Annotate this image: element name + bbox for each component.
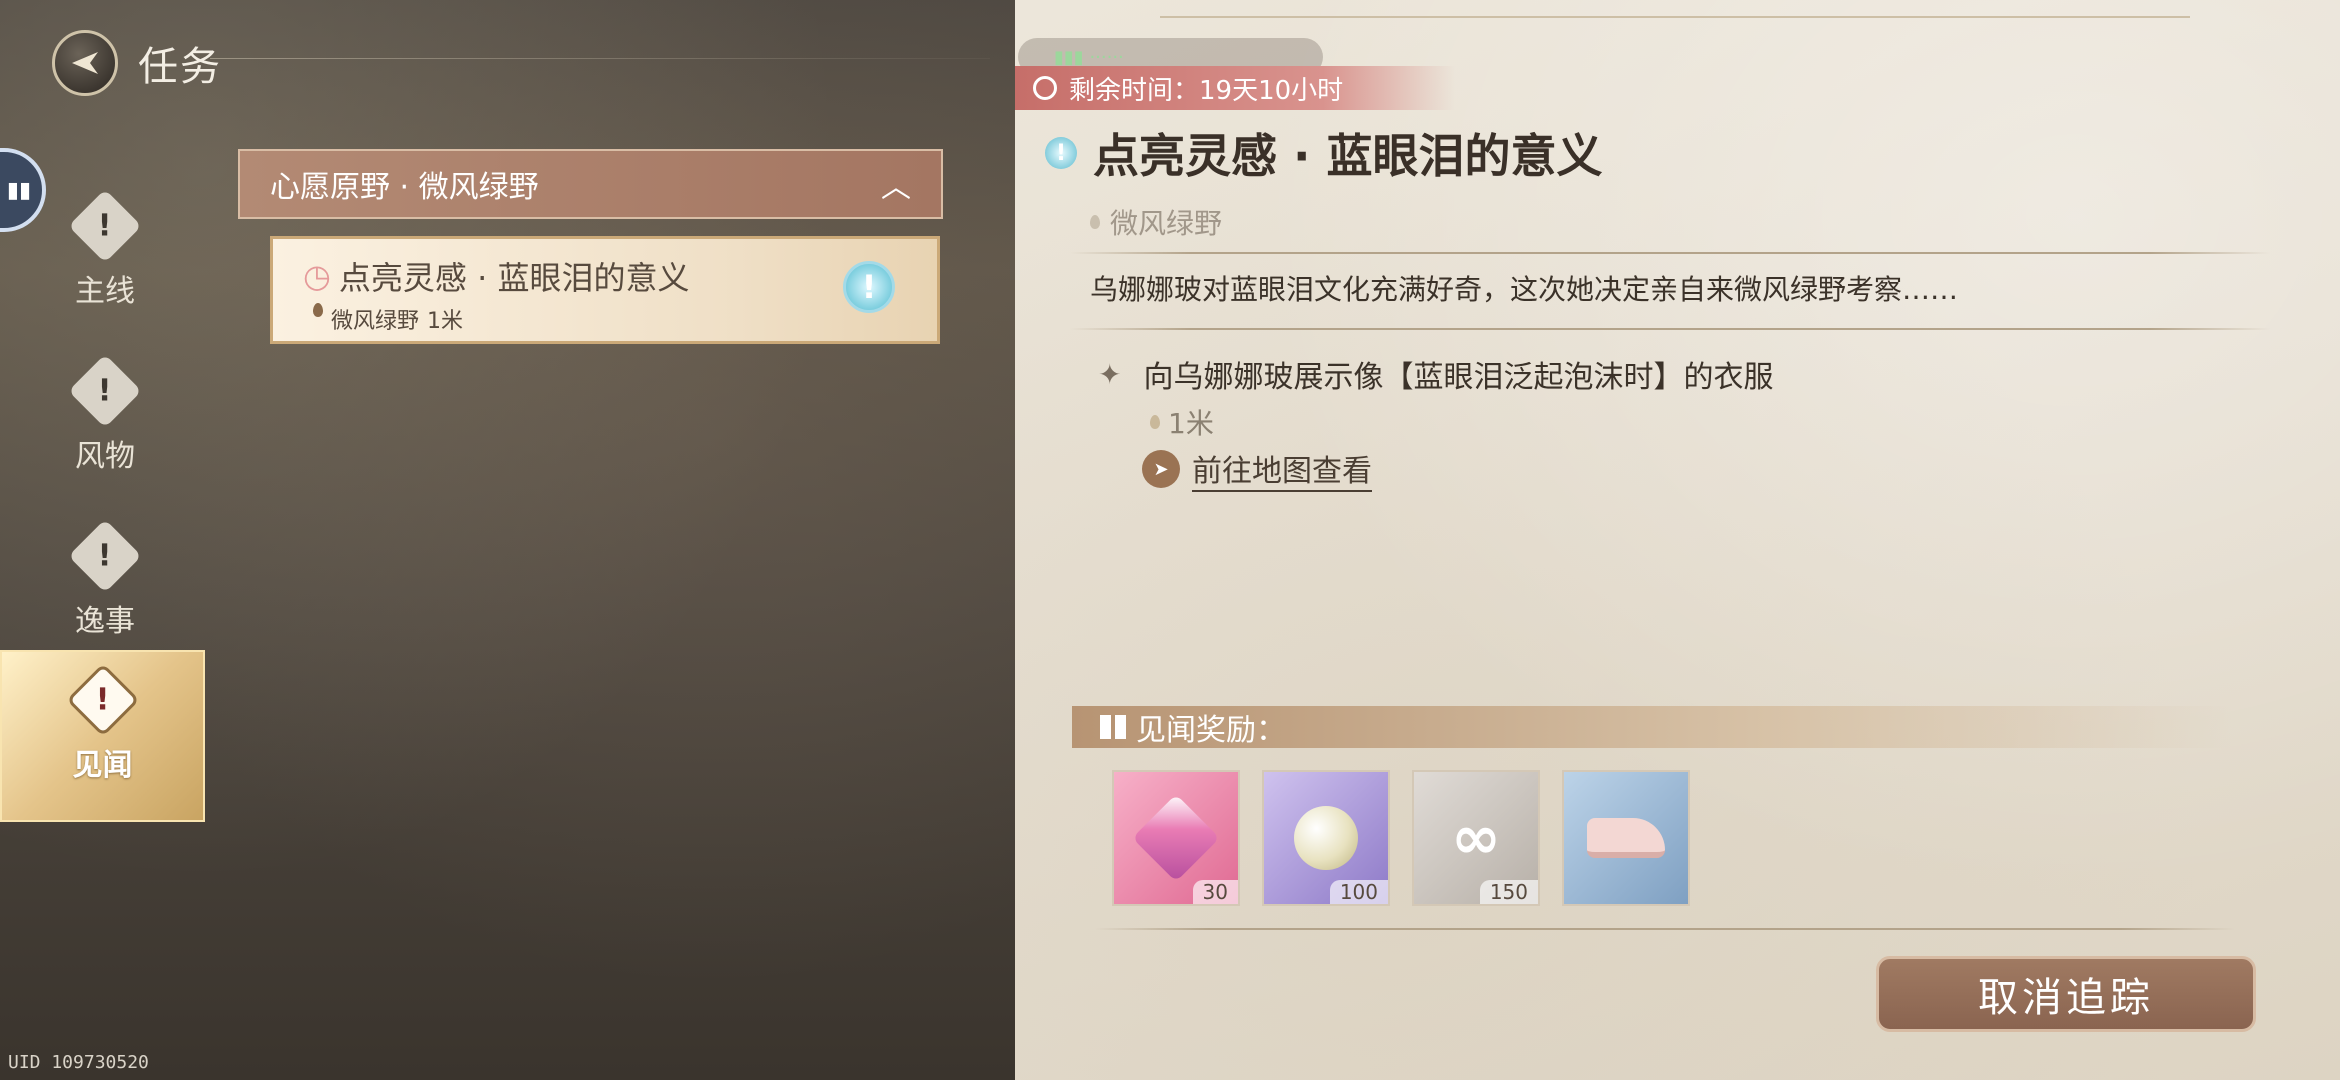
tab-label: 逸事 bbox=[75, 604, 135, 639]
objective-distance: 1米 bbox=[1150, 402, 1214, 442]
exclamation-diamond-icon: ! bbox=[68, 519, 142, 593]
divider bbox=[1095, 928, 2235, 930]
tab-customs[interactable]: ! 风物 bbox=[55, 354, 155, 485]
compass-back-icon bbox=[72, 52, 98, 74]
reward-count: 100 bbox=[1329, 880, 1388, 904]
pearl-icon bbox=[1294, 806, 1358, 870]
quest-marker-icon: ! bbox=[1045, 137, 1077, 169]
quest-location-text: 微风绿野 bbox=[1110, 207, 1223, 240]
quest-item-distance: 1米 bbox=[427, 309, 464, 334]
reward-count: 150 bbox=[1479, 880, 1538, 904]
view-on-map-link[interactable]: ➤ 前往地图查看 bbox=[1142, 446, 1372, 492]
header: 任务 bbox=[52, 30, 222, 96]
sparkle-icon: ✦ bbox=[1098, 357, 1122, 391]
back-button[interactable] bbox=[52, 30, 118, 96]
quest-list-item[interactable]: ◷ 点亮灵感 · 蓝眼泪的意义 微风绿野 1米 ! bbox=[270, 236, 940, 344]
tab-anecdotes[interactable]: ! 逸事 bbox=[55, 519, 155, 650]
location-pin-icon bbox=[1090, 215, 1100, 229]
quest-objective: ✦ 向乌娜娜玻展示像【蓝眼泪泛起泡沫时】的衣服 bbox=[1098, 352, 1773, 396]
silver-bow-icon: ∞ bbox=[1451, 803, 1501, 873]
page-title: 任务 bbox=[138, 44, 222, 90]
tab-label: 风物 bbox=[75, 439, 135, 474]
quest-title: ! 点亮灵感 · 蓝眼泪的意义 bbox=[1045, 120, 1603, 186]
location-pin-icon bbox=[313, 303, 323, 317]
location-pin-icon bbox=[1150, 415, 1160, 429]
divider bbox=[1070, 328, 2270, 330]
chevron-up-icon: ︿ bbox=[881, 170, 911, 205]
pink-gem-icon bbox=[1132, 794, 1220, 882]
tab-label: 主线 bbox=[75, 274, 135, 309]
clock-icon bbox=[1033, 76, 1057, 100]
gift-icon bbox=[1100, 715, 1126, 739]
divider bbox=[1160, 16, 2190, 18]
cancel-tracking-button[interactable]: 取消追踪 bbox=[1876, 956, 2256, 1032]
map-link-text: 前往地图查看 bbox=[1192, 446, 1372, 492]
reward-item[interactable] bbox=[1562, 770, 1690, 906]
tab-label: 见闻 bbox=[72, 748, 133, 783]
rewards-header: 见闻奖励： bbox=[1072, 706, 2232, 748]
quest-marker-icon: ! bbox=[843, 261, 895, 313]
shoes-icon bbox=[1587, 818, 1665, 858]
quest-item-location: 微风绿野 bbox=[331, 309, 420, 334]
reward-item[interactable]: ∞ 150 bbox=[1412, 770, 1540, 906]
tab-main-story[interactable]: ! 主线 bbox=[55, 189, 155, 320]
region-header[interactable]: 心愿原野 · 微风绿野 ︿ bbox=[238, 149, 943, 219]
quest-title-text: 点亮灵感 · 蓝眼泪的意义 bbox=[1093, 129, 1603, 183]
reward-count: 30 bbox=[1192, 880, 1238, 904]
exclamation-diamond-icon: ! bbox=[65, 663, 140, 737]
quest-item-title: 点亮灵感 · 蓝眼泪的意义 bbox=[338, 259, 690, 297]
bubble-label: ▮▮ bbox=[6, 177, 32, 203]
reward-list: 30 100 ∞ 150 bbox=[1112, 770, 1690, 906]
decorative-line bbox=[210, 58, 990, 59]
timer-icon: ◷ bbox=[303, 257, 331, 295]
objective-text: 向乌娜娜玻展示像【蓝眼泪泛起泡沫时】的衣服 bbox=[1143, 360, 1774, 395]
quest-location: 微风绿野 bbox=[1090, 202, 1222, 242]
region-title: 心愿原野 · 微风绿野 bbox=[270, 170, 539, 205]
divider bbox=[1070, 252, 2270, 254]
reward-item[interactable]: 100 bbox=[1262, 770, 1390, 906]
rewards-title: 见闻奖励： bbox=[1136, 713, 1286, 748]
tab-encounters[interactable]: ! 见闻 bbox=[0, 650, 205, 822]
time-remaining-text: 剩余时间：19天10小时 bbox=[1069, 75, 1344, 106]
user-id: UID 109730520 bbox=[8, 1052, 149, 1073]
quest-description: 乌娜娜玻对蓝眼泪文化充满好奇，这次她决定亲自来微风绿野考察…… bbox=[1090, 273, 1959, 306]
exclamation-diamond-icon: ! bbox=[68, 354, 142, 428]
reward-item[interactable]: 30 bbox=[1112, 770, 1240, 906]
time-remaining: 剩余时间：19天10小时 bbox=[1015, 66, 1455, 110]
navigate-icon: ➤ bbox=[1142, 450, 1180, 488]
objective-distance-text: 1米 bbox=[1168, 407, 1214, 440]
exclamation-diamond-icon: ! bbox=[68, 189, 142, 263]
